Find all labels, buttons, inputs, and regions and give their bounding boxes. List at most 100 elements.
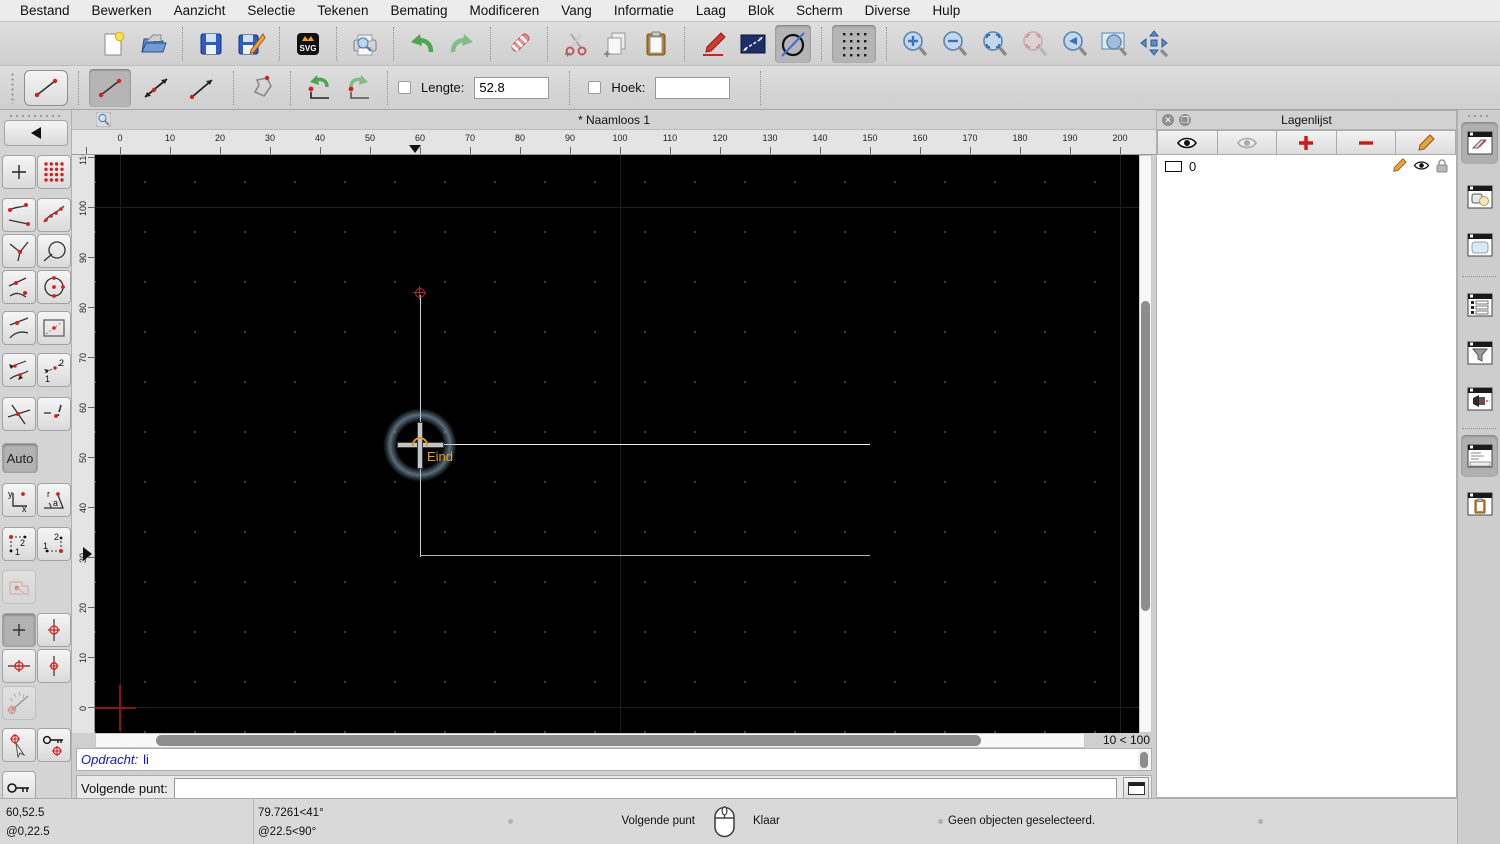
layer-visibility-eye-icon[interactable]	[1413, 160, 1430, 171]
undo-button[interactable]	[404, 25, 440, 63]
eraser-button[interactable]	[501, 25, 537, 63]
menu-item[interactable]: Aanzicht	[174, 3, 226, 18]
panel-property-list-button[interactable]	[1461, 284, 1498, 326]
panel-selection-filter-button[interactable]	[1461, 332, 1498, 374]
hide-all-layers-button[interactable]	[1217, 130, 1278, 155]
layer-lock-icon[interactable]	[1436, 158, 1448, 173]
menu-item[interactable]: Bewerken	[92, 3, 152, 18]
undo-point-button[interactable]	[301, 69, 337, 107]
drawing-canvas[interactable]: Eind	[95, 155, 1139, 733]
menu-item[interactable]: Modificeren	[470, 3, 540, 18]
menu-item[interactable]: Tekenen	[317, 3, 368, 18]
print-preview-button[interactable]	[347, 25, 383, 63]
menu-item[interactable]: Blok	[748, 3, 774, 18]
restrict-vertical-button[interactable]	[37, 613, 71, 647]
edit-layer-button[interactable]	[1396, 130, 1456, 155]
hoek-checkbox[interactable]	[588, 81, 602, 94]
save-as-button[interactable]	[233, 25, 269, 63]
zoom-auto-button[interactable]	[977, 25, 1013, 63]
cut-button[interactable]	[558, 25, 594, 63]
panel-block-list-button[interactable]	[1461, 176, 1498, 218]
current-tool-line-button[interactable]	[24, 69, 68, 106]
snap-tangent-button[interactable]	[2, 311, 36, 345]
redo-button[interactable]	[444, 25, 480, 63]
zoom-previous-button[interactable]	[1057, 25, 1093, 63]
menu-item[interactable]: Selectie	[247, 3, 295, 18]
coord-cartesian-button[interactable]: y x	[2, 483, 36, 517]
new-document-button[interactable]	[96, 25, 132, 63]
copy-button[interactable]	[598, 25, 634, 63]
menu-item[interactable]: Informatie	[614, 3, 674, 18]
snap-free-button[interactable]	[2, 155, 36, 189]
snap-auto-button[interactable]: Auto	[2, 443, 38, 473]
layer-edit-pencil-icon[interactable]	[1392, 158, 1407, 173]
menu-item[interactable]: Bemating	[390, 3, 447, 18]
line-double-arrow-button[interactable]	[135, 69, 177, 107]
menu-item[interactable]: Scherm	[796, 3, 843, 18]
next-point-input[interactable]	[173, 778, 1117, 799]
panel-projection-button[interactable]	[1461, 378, 1498, 420]
line-segment-button[interactable]	[89, 68, 131, 107]
vertical-scrollbar[interactable]	[1139, 155, 1152, 733]
snap-grid-button[interactable]	[37, 155, 71, 189]
panel-clipboard-button[interactable]	[1461, 483, 1498, 525]
zoom-in-button[interactable]	[897, 25, 933, 63]
circle-slash-button[interactable]	[775, 24, 811, 63]
grid-toggle-button[interactable]	[832, 24, 876, 63]
add-layer-button[interactable]	[1277, 130, 1337, 155]
open-file-button[interactable]	[136, 25, 172, 63]
coord-polar-button[interactable]: r a	[37, 483, 71, 517]
snap-dist-12-button[interactable]: 1 2	[37, 353, 71, 387]
panel-library-browser-button[interactable]	[1461, 224, 1498, 266]
close-icon[interactable]: ✕	[1162, 114, 1174, 126]
line-arrow-button[interactable]	[181, 69, 223, 107]
layer-row[interactable]: 0	[1157, 155, 1456, 177]
menu-item[interactable]: Laag	[696, 3, 726, 18]
lengte-checkbox[interactable]	[398, 81, 411, 94]
show-all-layers-button[interactable]	[1157, 130, 1218, 155]
pan-button[interactable]	[1137, 25, 1173, 63]
snap-on-entity-button[interactable]	[37, 198, 71, 232]
redo-point-button[interactable]	[341, 69, 377, 107]
command-history-scrollbar[interactable]	[1138, 750, 1150, 770]
rel-point-21-button[interactable]: 1 2	[37, 527, 71, 561]
hoek-input[interactable]	[655, 76, 731, 99]
palette-drag-handle[interactable]	[8, 113, 63, 119]
snap-reference-button[interactable]	[37, 234, 71, 268]
snap-nearest-button[interactable]	[2, 270, 36, 304]
snap-reference-rect-button[interactable]	[37, 311, 71, 345]
paste-button[interactable]	[638, 25, 674, 63]
snap-endpoints-button[interactable]	[2, 198, 36, 232]
save-button[interactable]	[193, 25, 229, 63]
layer-color-swatch[interactable]	[1165, 160, 1182, 172]
snap-intersection-manual-button[interactable]	[37, 397, 71, 431]
command-history-scrollbar-thumb[interactable]	[1140, 752, 1148, 768]
toolbar-drag-handle[interactable]	[10, 71, 16, 104]
draw-pencil-button[interactable]	[695, 25, 731, 63]
svg-export-button[interactable]: SVG	[290, 25, 326, 63]
restrict-nothing-button[interactable]	[2, 613, 36, 647]
polyline-button[interactable]	[244, 69, 280, 107]
zoom-out-button[interactable]	[937, 25, 973, 63]
restrict-horizontal-button[interactable]	[2, 649, 36, 683]
panel-layer-list-button[interactable]	[1461, 122, 1498, 164]
menu-item[interactable]: Bestand	[20, 3, 70, 18]
menu-item[interactable]: Vang	[561, 3, 592, 18]
restrict-orthogonal-button[interactable]	[37, 649, 71, 683]
zoom-window-button[interactable]	[1097, 25, 1133, 63]
vertical-scrollbar-thumb[interactable]	[1141, 301, 1150, 611]
rel-point-12-button[interactable]: 1 2	[2, 527, 36, 561]
lock-relative-zero-button[interactable]	[37, 728, 71, 762]
panel-command-line-button[interactable]	[1461, 435, 1498, 477]
horizontal-scrollbar-thumb[interactable]	[156, 735, 981, 746]
palette-collapse-button[interactable]	[4, 120, 68, 146]
remove-layer-button[interactable]	[1336, 130, 1397, 155]
menu-item[interactable]: Diverse	[865, 3, 911, 18]
menu-item[interactable]: Hulp	[932, 3, 960, 18]
snap-center-button[interactable]	[37, 270, 71, 304]
dock-icon[interactable]: ❐	[1179, 114, 1191, 126]
lengte-input[interactable]	[474, 76, 550, 99]
snap-perpendicular-button[interactable]	[2, 234, 36, 268]
snap-intersection-button[interactable]	[2, 397, 36, 431]
dimension-frame-button[interactable]	[735, 25, 771, 63]
